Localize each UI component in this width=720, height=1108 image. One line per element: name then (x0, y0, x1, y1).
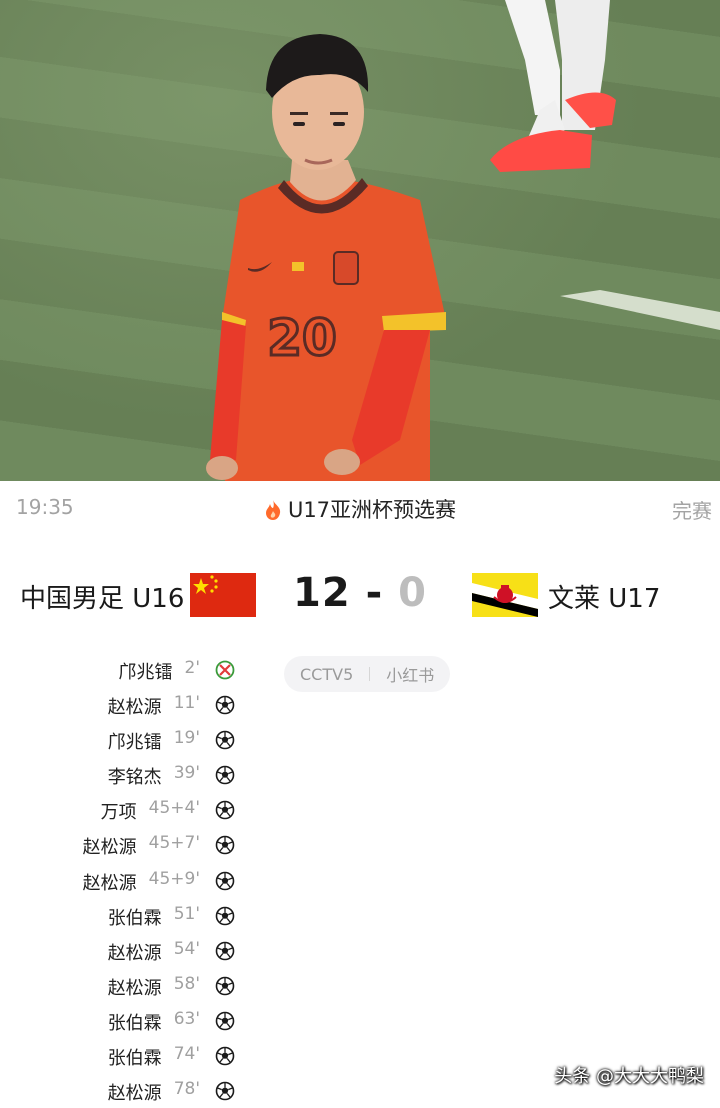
league-title[interactable]: U17亚洲杯预选赛 (0, 494, 720, 526)
score-separator: - (365, 570, 384, 616)
goal-row: 邝兆镭 2' (0, 652, 260, 687)
penalty-goal-icon (215, 660, 235, 680)
soccer-ball-icon (215, 1011, 235, 1031)
goal-row: 赵松源 11' (0, 687, 260, 722)
scoreboard: 中国男足 U16 12 - 0 文莱 U17 (0, 560, 720, 630)
goal-row: 李铭杰 39' (0, 757, 260, 792)
soccer-ball-icon (215, 1046, 235, 1066)
player-illustration: 20 (206, 0, 720, 481)
soccer-ball-icon (215, 941, 235, 961)
goal-scorer[interactable]: 赵松源 (0, 833, 137, 859)
soccer-ball-icon (215, 730, 235, 750)
watermark: 头条 @大大大鸭梨 (554, 1066, 704, 1087)
match-photo: 20 (0, 0, 720, 481)
soccer-ball-icon (215, 836, 235, 855)
goal-scorer[interactable]: 张伯霖 (0, 1044, 162, 1070)
soccer-ball-icon (215, 871, 235, 890)
goal-minute: 74' (173, 1044, 200, 1065)
goal-row: 赵松源 45+9' (0, 863, 260, 898)
goal-row: 赵松源 54' (0, 933, 260, 968)
goal-minute: 54' (173, 938, 200, 959)
goal-list: 邝兆镭 2' 赵松源 11' 邝兆镭 19' 李铭杰 39' 万项 45+4' 赵松源 45+7' 赵松… (0, 652, 260, 1108)
soccer-ball-icon (215, 695, 235, 715)
goal-scorer[interactable]: 邝兆镭 (0, 728, 162, 754)
match-status-bar: 19:35 U17亚洲杯预选赛 完赛 (0, 481, 720, 537)
broadcast-divider (369, 667, 371, 681)
goal-scorer[interactable]: 张伯霖 (0, 904, 162, 930)
goal-scorer[interactable]: 万项 (0, 798, 137, 824)
soccer-ball-icon (215, 906, 235, 925)
goal-scorer[interactable]: 赵松源 (0, 939, 162, 965)
goal-scorer[interactable]: 张伯霖 (0, 1009, 162, 1035)
home-score: 12 (293, 570, 351, 616)
goal-minute: 11' (173, 693, 200, 714)
soccer-ball-icon (215, 801, 235, 820)
soccer-ball-icon (215, 765, 235, 785)
goal-row: 张伯霖 74' (0, 1038, 260, 1073)
brunei-flag-icon (472, 573, 538, 617)
goal-minute: 58' (173, 973, 200, 994)
goal-row: 邝兆镭 19' (0, 722, 260, 757)
broadcast-xiaohongshu[interactable]: 小红书 (386, 662, 434, 686)
goal-scorer[interactable]: 赵松源 (0, 974, 162, 1000)
goal-scorer[interactable]: 赵松源 (0, 1079, 162, 1105)
goal-minute: 78' (173, 1079, 200, 1100)
jersey-number: 20 (267, 309, 337, 367)
goal-minute: 2' (184, 658, 201, 678)
goal-minute: 63' (173, 1008, 200, 1029)
goal-row: 张伯霖 63' (0, 1003, 260, 1038)
goal-row: 赵松源 58' (0, 968, 260, 1003)
away-team-name[interactable]: 文莱 U17 (548, 578, 660, 615)
goal-minute: 39' (173, 763, 200, 784)
goal-minute: 51' (173, 903, 200, 924)
match-status: 完赛 (672, 499, 712, 523)
soccer-ball-icon (215, 976, 235, 996)
broadcast-cctv5[interactable]: CCTV5 (300, 665, 353, 684)
fire-icon (264, 499, 282, 526)
soccer-ball-icon (215, 1081, 235, 1101)
goal-scorer[interactable]: 赵松源 (0, 869, 137, 895)
league-name: U17亚洲杯预选赛 (287, 498, 457, 522)
goal-minute: 19' (173, 728, 200, 749)
goal-scorer[interactable]: 李铭杰 (0, 763, 162, 789)
goal-row: 赵松源 45+7' (0, 827, 260, 862)
away-score: 0 (398, 570, 427, 616)
broadcast-channels: CCTV5 小红书 (284, 656, 451, 692)
goal-row: 张伯霖 51' (0, 898, 260, 933)
goal-scorer[interactable]: 赵松源 (0, 693, 162, 719)
goal-minute: 45+7' (148, 833, 200, 854)
goal-row: 赵松源 78' (0, 1073, 260, 1108)
goal-row: 万项 45+4' (0, 792, 260, 827)
goal-minute: 45+9' (148, 868, 200, 889)
goal-minute: 45+4' (148, 798, 200, 819)
